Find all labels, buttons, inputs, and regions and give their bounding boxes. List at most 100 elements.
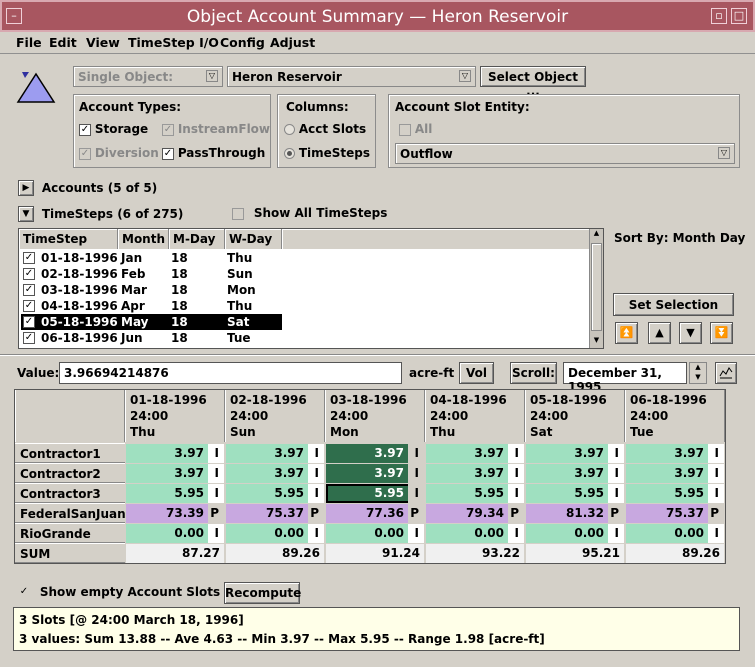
object-select[interactable]: Heron Reservoir ▽ xyxy=(227,66,476,87)
list-item[interactable]: ✓ 02-18-1996 Feb 18 Sun xyxy=(21,266,282,282)
accounts-toggle[interactable]: ▶ Accounts (5 of 5) xyxy=(18,180,157,196)
data-cell[interactable]: 5.95 I xyxy=(526,484,624,503)
data-cell[interactable]: 5.95 I xyxy=(126,484,224,503)
set-selection-button[interactable]: Set Selection xyxy=(613,293,734,316)
data-cell[interactable]: 75.37 P xyxy=(226,504,324,523)
data-cell[interactable]: 5.95 I xyxy=(326,484,424,503)
move-to-top-icon[interactable]: ⏫ xyxy=(615,322,638,344)
row-header[interactable]: RioGrande xyxy=(15,523,125,543)
column-header[interactable]: 05-18-1996 24:00 Sat xyxy=(525,390,625,442)
row-checkbox[interactable]: ✓ xyxy=(23,284,35,296)
data-cell[interactable]: 0.00 I xyxy=(426,524,524,543)
data-cell[interactable]: 3.97 I xyxy=(426,464,524,483)
data-cell[interactable]: 3.97 I xyxy=(126,444,224,463)
row-header[interactable]: FederalSanJuan xyxy=(15,503,126,523)
data-cell[interactable]: 0.00 I xyxy=(626,524,724,543)
data-cell[interactable]: 3.97 I xyxy=(526,464,624,483)
timesteps-toggle[interactable]: ▼ TimeSteps (6 of 275) xyxy=(18,206,183,222)
spin-up-icon[interactable]: ▲ xyxy=(690,363,706,373)
menu-view[interactable]: View xyxy=(86,35,120,50)
scroll-button[interactable]: Scroll: xyxy=(510,362,557,384)
scroll-date-spinner[interactable]: ▲ ▼ xyxy=(689,362,707,384)
column-header[interactable]: 03-18-1996 24:00 Mon xyxy=(325,390,425,442)
data-cell[interactable]: 5.95 I xyxy=(226,484,324,503)
row-checkbox[interactable]: ✓ xyxy=(23,332,35,344)
maximize-icon[interactable]: □ xyxy=(731,8,747,24)
value-input[interactable]: 3.96694214876 xyxy=(59,362,402,384)
data-cell[interactable]: 3.97 I xyxy=(426,444,524,463)
passthrough-checkbox[interactable]: ✓ PassThrough xyxy=(162,146,265,160)
column-header[interactable]: 01-18-1996 24:00 Thu xyxy=(125,390,225,442)
list-item[interactable]: ✓ 01-18-1996 Jan 18 Thu xyxy=(21,250,282,266)
header-timestep[interactable]: TimeStep xyxy=(19,229,118,249)
spin-down-icon[interactable]: ▼ xyxy=(690,373,706,383)
storage-checkbox[interactable]: ✓ Storage xyxy=(79,122,148,136)
scroll-down-icon[interactable]: ▼ xyxy=(591,336,602,348)
instreamflow-checkbox[interactable]: ✓ InstreamFlow xyxy=(162,122,270,136)
column-day: Tue xyxy=(630,425,654,439)
header-wday[interactable]: W-Day xyxy=(225,229,282,249)
data-cell[interactable]: 5.95 I xyxy=(426,484,524,503)
column-header[interactable]: 04-18-1996 24:00 Thu xyxy=(425,390,525,442)
timestep-list-scrollbar[interactable]: ▲ ▼ xyxy=(589,229,603,348)
scroll-up-icon[interactable]: ▲ xyxy=(591,229,602,241)
show-all-timesteps-checkbox[interactable]: Show All TimeSteps xyxy=(232,206,387,220)
slot-entity-select[interactable]: Outflow ▽ xyxy=(395,143,735,164)
all-checkbox[interactable]: All xyxy=(399,122,432,136)
header-mday[interactable]: M-Day xyxy=(169,229,225,249)
data-cell[interactable]: 0.00 I xyxy=(126,524,224,543)
data-cell[interactable]: 75.37 P xyxy=(626,504,724,523)
select-object-button[interactable]: Select Object ... xyxy=(480,66,586,98)
data-cell[interactable]: 3.97 I xyxy=(126,464,224,483)
header-month[interactable]: Month xyxy=(118,229,169,249)
column-header[interactable]: 06-18-1996 24:00 Tue xyxy=(625,390,725,442)
data-cell[interactable]: 81.32 P xyxy=(526,504,624,523)
minimize-icon[interactable]: ▫ xyxy=(711,8,727,24)
plot-icon[interactable] xyxy=(715,362,737,384)
list-item-selected[interactable]: ✓ 05-18-1996 May 18 Sat xyxy=(21,314,282,330)
vol-button[interactable]: Vol xyxy=(459,362,494,384)
data-cell[interactable]: 3.97 I xyxy=(326,444,424,463)
row-checkbox[interactable]: ✓ xyxy=(23,316,35,328)
show-empty-slots-checkbox[interactable]: ✓ Show empty Account Slots xyxy=(18,585,220,599)
data-cell[interactable]: 0.00 I xyxy=(226,524,324,543)
recompute-button[interactable]: Recompute xyxy=(224,582,301,604)
menu-timestep-io[interactable]: TimeStep I/O xyxy=(128,35,219,50)
row-checkbox[interactable]: ✓ xyxy=(23,300,35,312)
list-item[interactable]: ✓ 06-18-1996 Jun 18 Tue xyxy=(21,330,282,346)
column-header[interactable]: 02-18-1996 24:00 Sun xyxy=(225,390,325,442)
data-cell[interactable]: 3.97 I xyxy=(526,444,624,463)
list-item[interactable]: ✓ 03-18-1996 Mar 18 Mon xyxy=(21,282,282,298)
timesteps-radio[interactable]: TimeSteps xyxy=(284,146,370,160)
row-checkbox[interactable]: ✓ xyxy=(23,252,35,264)
data-cell[interactable]: 3.97 I xyxy=(626,464,724,483)
chevron-down-icon: ▽ xyxy=(718,147,730,159)
list-item[interactable]: ✓ 04-18-1996 Apr 18 Thu xyxy=(21,298,282,314)
scrollbar-thumb[interactable] xyxy=(591,243,602,331)
data-cell[interactable]: 79.34 P xyxy=(426,504,524,523)
row-checkbox[interactable]: ✓ xyxy=(23,268,35,280)
menu-config[interactable]: Config xyxy=(220,35,265,50)
data-cell[interactable]: 3.97 I xyxy=(226,444,324,463)
data-cell[interactable]: 77.36 P xyxy=(326,504,424,523)
move-to-bottom-icon[interactable]: ⏬ xyxy=(710,322,733,344)
row-header[interactable]: Contractor1 xyxy=(15,443,125,463)
diversion-checkbox[interactable]: ✓ Diversion xyxy=(79,146,159,160)
data-cell[interactable]: 0.00 I xyxy=(326,524,424,543)
row-header[interactable]: Contractor2 xyxy=(15,463,125,483)
menu-file[interactable]: File xyxy=(16,35,42,50)
scroll-date-input[interactable]: December 31, 1995 xyxy=(563,362,687,394)
data-cell[interactable]: 5.95 I xyxy=(626,484,724,503)
data-cell[interactable]: 3.97 I xyxy=(326,464,424,483)
acct-slots-radio[interactable]: Acct Slots xyxy=(284,122,366,136)
data-cell[interactable]: 73.39 P xyxy=(126,504,224,523)
data-cell[interactable]: 3.97 I xyxy=(226,464,324,483)
menu-edit[interactable]: Edit xyxy=(49,35,77,50)
mode-select[interactable]: Single Object: ▽ xyxy=(73,66,223,87)
data-cell[interactable]: 0.00 I xyxy=(526,524,624,543)
row-header[interactable]: Contractor3 xyxy=(15,483,125,503)
move-up-icon[interactable]: ▲ xyxy=(648,322,671,344)
data-cell[interactable]: 3.97 I xyxy=(626,444,724,463)
move-down-icon[interactable]: ▼ xyxy=(679,322,702,344)
menu-adjust[interactable]: Adjust xyxy=(270,35,315,50)
